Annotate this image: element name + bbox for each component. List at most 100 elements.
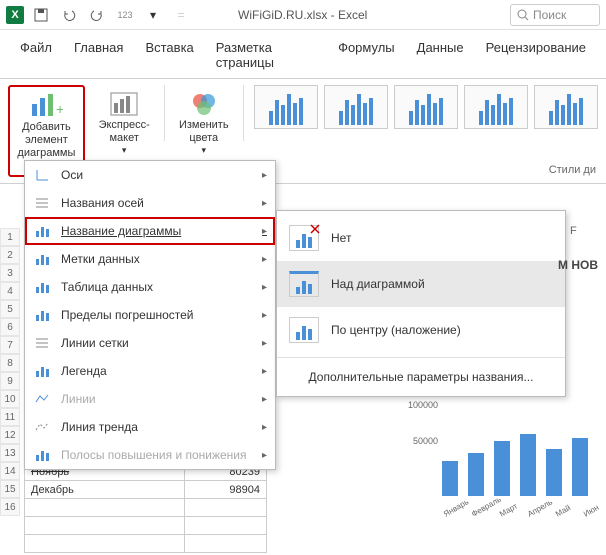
dropdown-label: Легенда [61,364,107,378]
worksheet-cells[interactable]: Ноябрь80239 Декабрь98904 [24,462,267,553]
submenu-item-above[interactable]: Над диаграммой [277,261,565,307]
row-header[interactable]: 13 [0,444,20,462]
express-layout-button[interactable]: Экспресс-макет ▾ [95,85,154,160]
page-num-icon[interactable]: 123 [114,4,136,26]
dropdown-item-5[interactable]: Пределы погрешностей ▸ [25,301,275,329]
menu-item-icon [33,363,51,379]
dropdown-item-7[interactable]: Легенда ▸ [25,357,275,385]
menu-item-icon [33,167,51,183]
y-tick: 100000 [402,400,438,410]
chevron-right-icon: ▸ [262,338,267,349]
table-row [25,535,267,553]
dropdown-label: Линии сетки [61,336,129,350]
table-row [25,499,267,517]
chart-styles-gallery[interactable] [254,85,598,129]
dropdown-item-0[interactable]: Оси▸ [25,161,275,189]
x-label: Январь [442,499,467,519]
row-header[interactable]: 1 [0,228,20,246]
tab-review[interactable]: Рецензирование [476,34,596,78]
row-header[interactable]: 15 [0,480,20,498]
submenu-more-options[interactable]: Дополнительные параметры названия... [277,362,565,392]
chart-element-dropdown: Оси▸Названия осей▸Название диаграммы▸Мет… [24,160,276,470]
change-colors-button[interactable]: Изменить цвета ▾ [174,85,233,160]
chevron-right-icon: ▸ [262,394,267,405]
dropdown-label: Метки данных [61,252,140,266]
dropdown-item-8: Линии ▸ [25,385,275,413]
row-header[interactable]: 7 [0,336,20,354]
chevron-down-icon: ▾ [122,145,127,156]
dropdown-item-1[interactable]: Названия осей▸ [25,189,275,217]
chart-style-3[interactable] [394,85,458,129]
chevron-right-icon: ▸ [262,450,267,461]
submenu-item-overlay[interactable]: По центру (наложение) [277,307,565,353]
separator [164,85,165,141]
tab-file[interactable]: Файл [10,34,62,78]
row-header[interactable]: 4 [0,282,20,300]
menu-item-icon [33,307,51,323]
layout-icon [106,89,142,119]
chart-bar [572,438,588,497]
excel-logo-icon: X [6,6,24,24]
chart-title-text: М НОВ [558,258,598,272]
dropdown-item-2[interactable]: Название диаграммы▸ [25,217,275,245]
tab-insert[interactable]: Вставка [135,34,203,78]
qat-dropdown[interactable]: ▾ [142,4,164,26]
chart-above-icon [289,271,319,297]
save-button[interactable] [30,4,52,26]
chart-bar [546,449,562,496]
row-header[interactable]: 3 [0,264,20,282]
tab-data[interactable]: Данные [407,34,474,78]
dropdown-item-9[interactable]: Линия тренда▸ [25,413,275,441]
submenu-item-none[interactable]: Нет [277,215,565,261]
row-header[interactable]: 5 [0,300,20,318]
menu-item-icon [33,419,51,435]
submenu-label: По центру (наложение) [331,323,461,337]
row-header[interactable]: 9 [0,372,20,390]
dropdown-label: Линии [61,392,96,406]
embedded-chart[interactable]: 100000 50000 ЯнварьФевральМартАпрельМайИ… [402,400,602,520]
chart-bar [520,434,536,496]
search-input[interactable]: Поиск [510,4,600,26]
titlebar: X 123 ▾ = WiFiGiD.RU.xlsx - Excel Поиск [0,0,606,30]
separator [277,357,565,358]
column-header-f[interactable]: F [570,225,577,237]
row-header[interactable]: 14 [0,462,20,480]
redo-button[interactable] [86,4,108,26]
row-header[interactable]: 6 [0,318,20,336]
dropdown-item-4[interactable]: Таблица данных▸ [25,273,275,301]
tab-page-layout[interactable]: Разметка страницы [206,34,326,78]
dropdown-label: Пределы погрешностей [61,308,194,322]
menu-item-icon [33,223,51,239]
dropdown-label: Названия осей [61,196,144,210]
chart-bar [442,461,458,496]
chart-styles-label: Стили ди [549,164,596,176]
row-header[interactable]: 16 [0,498,20,516]
submenu-label: Нет [331,231,351,245]
chart-x-labels: ЯнварьФевральМартАпрельМайИюн [442,503,606,520]
table-row [25,517,267,535]
add-chart-element-label: Добавить элемент диаграммы [12,121,81,161]
tab-home[interactable]: Главная [64,34,133,78]
row-headers: 12345678910111213141516 [0,228,20,516]
row-header[interactable]: 2 [0,246,20,264]
undo-button[interactable] [58,4,80,26]
row-header[interactable]: 12 [0,426,20,444]
chart-style-1[interactable] [254,85,318,129]
chevron-right-icon: ▸ [262,366,267,377]
menu-item-icon [33,391,51,407]
row-header[interactable]: 10 [0,390,20,408]
chart-style-4[interactable] [464,85,528,129]
chevron-right-icon: ▸ [262,310,267,321]
row-header[interactable]: 11 [0,408,20,426]
dropdown-item-6[interactable]: Линии сетки ▸ [25,329,275,357]
search-icon [517,9,529,21]
y-tick: 50000 [402,436,438,446]
dropdown-item-3[interactable]: Метки данных▸ [25,245,275,273]
chart-bar [494,441,510,496]
row-header[interactable]: 8 [0,354,20,372]
chart-style-5[interactable] [534,85,598,129]
tab-formulas[interactable]: Формулы [328,34,405,78]
chevron-right-icon: ▸ [262,282,267,293]
menu-item-icon [33,251,51,267]
chart-style-2[interactable] [324,85,388,129]
